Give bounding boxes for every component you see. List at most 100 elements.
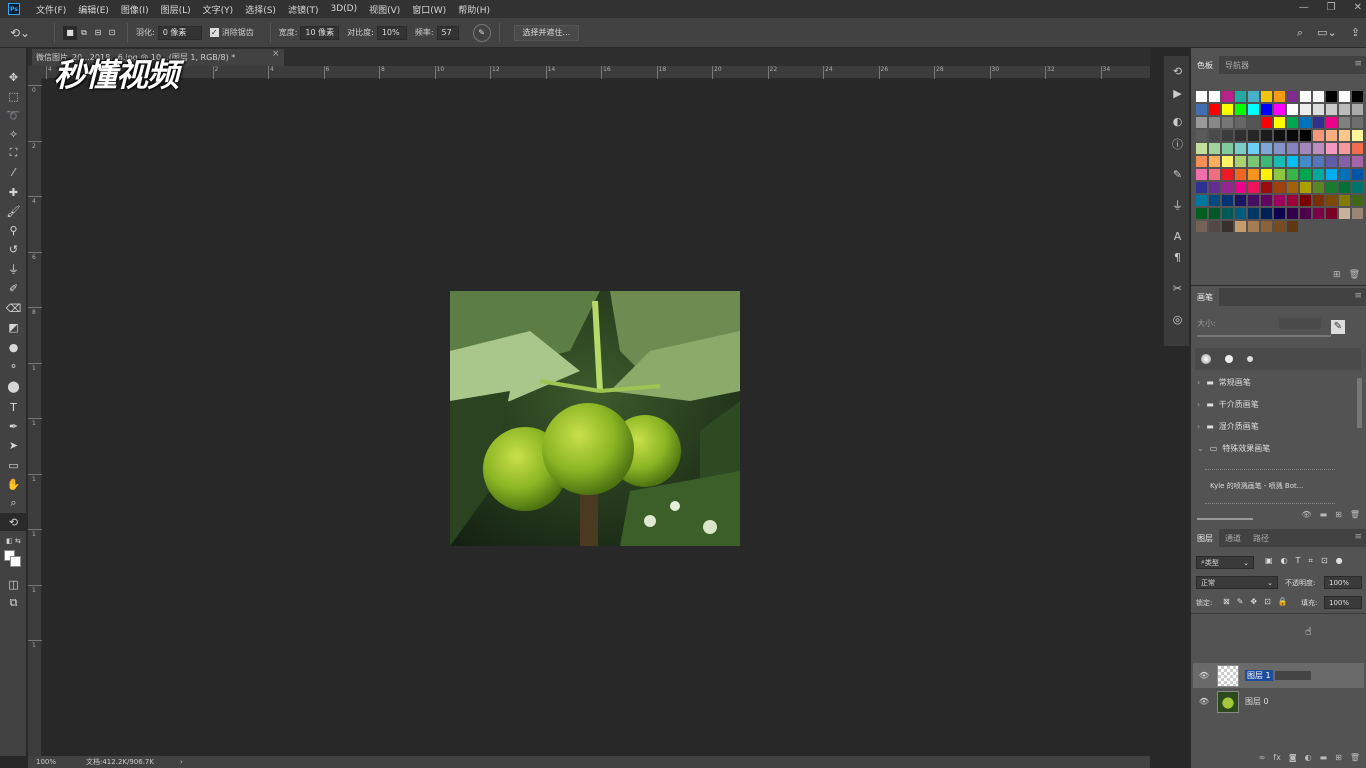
- color-swatch[interactable]: [1313, 182, 1324, 193]
- color-swatch[interactable]: [1287, 104, 1298, 115]
- menu-file[interactable]: 文件(F): [30, 3, 72, 16]
- tab-brushes[interactable]: 画笔: [1191, 288, 1219, 306]
- color-swatch[interactable]: [1313, 130, 1324, 141]
- tool-presets-icon[interactable]: ✂: [1164, 279, 1191, 297]
- color-swatch[interactable]: [1300, 130, 1311, 141]
- color-swatch[interactable]: [1326, 104, 1337, 115]
- color-swatch[interactable]: [1235, 169, 1246, 180]
- color-swatch[interactable]: [1287, 130, 1298, 141]
- filter-smart-icon[interactable]: ⊡: [1321, 556, 1328, 566]
- menu-view[interactable]: 视图(V): [363, 3, 406, 16]
- color-swatch[interactable]: [1352, 130, 1363, 141]
- color-swatch[interactable]: [1352, 104, 1363, 115]
- new-brush-icon[interactable]: ✎: [1331, 320, 1345, 334]
- color-swatch[interactable]: [1248, 143, 1259, 154]
- filter-shape-icon[interactable]: ⌗: [1308, 556, 1313, 566]
- recent-brush-1[interactable]: [1201, 354, 1211, 364]
- minimize-button[interactable]: —: [1299, 2, 1309, 13]
- frequency-input[interactable]: 57: [436, 25, 459, 40]
- color-swatch[interactable]: [1274, 104, 1285, 115]
- subtract-selection-icon[interactable]: ⊟: [91, 26, 105, 40]
- folder-icon[interactable]: ▬: [1320, 753, 1328, 762]
- tab-layers[interactable]: 图层: [1191, 529, 1219, 547]
- type-tool-icon[interactable]: T: [0, 398, 27, 416]
- color-swatch[interactable]: [1222, 208, 1233, 219]
- lock-transparent-icon[interactable]: ⊠: [1223, 597, 1230, 606]
- color-swatch[interactable]: [1313, 195, 1324, 206]
- color-swatch[interactable]: [1209, 208, 1220, 219]
- color-swatch[interactable]: [1209, 117, 1220, 128]
- color-swatch[interactable]: [1300, 91, 1311, 102]
- layer-name-edit-field[interactable]: [1274, 671, 1311, 680]
- color-swatch[interactable]: [1287, 117, 1298, 128]
- color-swatch[interactable]: [1261, 182, 1272, 193]
- color-swatch[interactable]: [1326, 182, 1337, 193]
- color-swatch[interactable]: [1209, 221, 1220, 232]
- color-swatch[interactable]: [1196, 91, 1207, 102]
- color-swatch[interactable]: [1300, 208, 1311, 219]
- move-tool-icon[interactable]: ✥: [0, 68, 27, 86]
- history-panel-icon[interactable]: ⟲: [1164, 62, 1191, 80]
- mask-icon[interactable]: ◙: [1289, 753, 1297, 762]
- canvas[interactable]: [42, 79, 1150, 756]
- color-swatch[interactable]: [1235, 221, 1246, 232]
- menu-image[interactable]: 图像(I): [115, 3, 155, 16]
- screen-mode-icon[interactable]: ⧉: [0, 594, 27, 612]
- color-swatch[interactable]: [1300, 104, 1311, 115]
- stamp-tool-icon[interactable]: ⏚: [0, 260, 27, 278]
- brush-folder-dry-media[interactable]: › ▬ 干介质画笔: [1197, 399, 1259, 410]
- link-icon[interactable]: ∞: [1259, 753, 1266, 762]
- info-panel-icon[interactable]: ⓘ: [1164, 135, 1191, 153]
- color-swatch[interactable]: [1352, 169, 1363, 180]
- color-swatch[interactable]: [1209, 169, 1220, 180]
- color-swatch[interactable]: [1209, 130, 1220, 141]
- pen-pressure-icon[interactable]: ✎: [472, 23, 491, 42]
- color-swatch[interactable]: [1326, 91, 1337, 102]
- color-swatch[interactable]: [1287, 195, 1298, 206]
- layer-filter-select[interactable]: ⌕ 类型 ⌄: [1196, 556, 1254, 569]
- recent-brush-2[interactable]: [1225, 355, 1233, 363]
- pen-tool-icon[interactable]: ✒: [0, 417, 27, 435]
- color-swatch[interactable]: [1339, 91, 1350, 102]
- color-swatch[interactable]: [1235, 156, 1246, 167]
- color-swatch[interactable]: [1274, 117, 1285, 128]
- art-history-brush-icon[interactable]: ✐: [0, 279, 27, 297]
- select-and-mask-button[interactable]: 选择并遮住...: [513, 24, 580, 41]
- brush-tool-icon[interactable]: 🖌: [0, 202, 27, 220]
- color-swatch[interactable]: [1235, 182, 1246, 193]
- color-swatch[interactable]: [1352, 156, 1363, 167]
- fill-input[interactable]: 100%: [1324, 596, 1362, 609]
- color-swatch[interactable]: [1287, 221, 1298, 232]
- brushes-scrollbar[interactable]: [1357, 378, 1362, 428]
- lasso-tool-icon[interactable]: ➰: [0, 106, 27, 124]
- crop-tool-icon[interactable]: ⛶: [0, 144, 27, 162]
- color-swatch[interactable]: [1313, 117, 1324, 128]
- color-swatch[interactable]: [1235, 130, 1246, 141]
- eraser-tool-icon[interactable]: ⌫: [0, 299, 27, 317]
- color-swatch[interactable]: [1196, 221, 1207, 232]
- color-swatch[interactable]: [1287, 169, 1298, 180]
- color-swatch[interactable]: [1274, 169, 1285, 180]
- color-swatch[interactable]: [1339, 143, 1350, 154]
- tab-paths[interactable]: 路径: [1247, 529, 1275, 547]
- color-swatch[interactable]: [1196, 143, 1207, 154]
- color-swatch[interactable]: [1196, 169, 1207, 180]
- color-swatch[interactable]: [1339, 117, 1350, 128]
- recent-brush-3[interactable]: [1247, 356, 1253, 362]
- color-swatch[interactable]: [1209, 143, 1220, 154]
- color-swatch[interactable]: [1287, 91, 1298, 102]
- color-swatch[interactable]: [1261, 169, 1272, 180]
- brush-size-slider[interactable]: [1197, 335, 1331, 337]
- history-brush-tool-icon[interactable]: ↺: [0, 240, 27, 258]
- panel-menu-icon[interactable]: ≡: [1354, 59, 1362, 69]
- color-swatch[interactable]: [1339, 130, 1350, 141]
- color-swatch[interactable]: [1274, 221, 1285, 232]
- magnetic-lasso-preset-icon[interactable]: ⟲⌄: [10, 26, 38, 40]
- lock-artboard-icon[interactable]: ⊡: [1264, 597, 1271, 606]
- trash-icon[interactable]: 🗑: [1349, 270, 1360, 280]
- character-panel-icon[interactable]: A: [1164, 227, 1191, 245]
- blend-mode-select[interactable]: 正常 ⌄: [1196, 576, 1278, 589]
- add-selection-icon[interactable]: ⧉: [77, 26, 91, 40]
- color-swatch[interactable]: [1326, 117, 1337, 128]
- brush-settings-icon[interactable]: ✎: [1164, 165, 1191, 183]
